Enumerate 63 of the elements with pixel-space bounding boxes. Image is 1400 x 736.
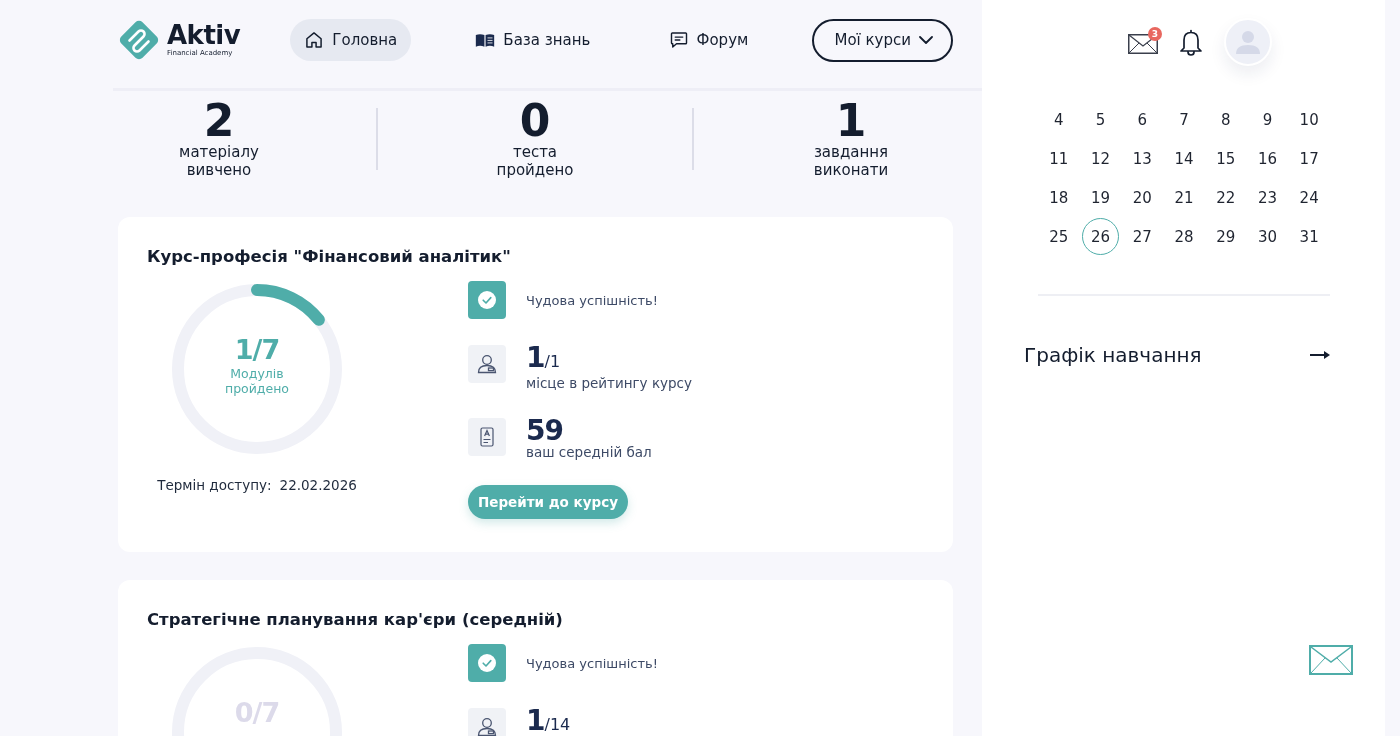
- stat-value: 2: [203, 99, 235, 143]
- rank-value: 1/14: [526, 708, 571, 736]
- calendar-day[interactable]: 9: [1248, 101, 1286, 138]
- calendar-day[interactable]: 13: [1123, 140, 1161, 177]
- modules-count: 1/7: [234, 334, 280, 366]
- access-label: Термін доступу:: [157, 476, 272, 494]
- logo-wordmark: Aktiv: [167, 22, 241, 49]
- calendar-day[interactable]: 14: [1165, 140, 1203, 177]
- check-icon: [468, 644, 506, 682]
- calendar-day[interactable]: 29: [1207, 218, 1245, 255]
- chevron-down-icon: [918, 36, 933, 44]
- calendar-day[interactable]: 6: [1123, 101, 1161, 138]
- calendar-day[interactable]: 12: [1082, 140, 1120, 177]
- arrow-right-icon: [1310, 350, 1330, 360]
- document-icon: [468, 418, 506, 456]
- calendar-day[interactable]: 7: [1165, 101, 1203, 138]
- calendar-day[interactable]: 8: [1207, 101, 1245, 138]
- stat-label: матеріалу вивчено: [179, 143, 259, 179]
- user-icon: [468, 345, 506, 383]
- nav-link[interactable]: Форум: [654, 19, 763, 61]
- access-date: 22.02.2026: [279, 476, 357, 494]
- user-icon: [468, 708, 506, 736]
- stat-label: теста пройдено: [496, 143, 574, 179]
- stat-value: 1: [835, 99, 867, 143]
- home-icon: [304, 30, 325, 50]
- calendar-day[interactable]: 16: [1248, 140, 1286, 177]
- check-icon: [468, 281, 506, 319]
- calendar-day[interactable]: 17: [1290, 140, 1328, 177]
- schedule-link[interactable]: Графік навчання: [1024, 340, 1330, 370]
- score-label: ваш середній бал: [526, 444, 652, 461]
- message-count-badge: 3: [1148, 27, 1162, 41]
- calendar-day[interactable]: 21: [1165, 179, 1203, 216]
- chat-icon: [668, 30, 689, 50]
- calendar-day[interactable]: 27: [1123, 218, 1161, 255]
- calendar-day[interactable]: 20: [1123, 179, 1161, 216]
- calendar-day[interactable]: 18: [1040, 179, 1078, 216]
- calendar-day[interactable]: 15: [1207, 140, 1245, 177]
- calendar-day[interactable]: 22: [1207, 179, 1245, 216]
- calendar-day[interactable]: 19: [1082, 179, 1120, 216]
- bell-icon[interactable]: [1178, 28, 1204, 56]
- calendar-day[interactable]: 23: [1248, 179, 1286, 216]
- calendar-day[interactable]: 11: [1040, 140, 1078, 177]
- calendar-day[interactable]: 28: [1165, 218, 1203, 255]
- status-text: Чудова успішність!: [526, 292, 658, 308]
- stat-value: 0: [519, 99, 551, 143]
- score-value: 59: [526, 418, 563, 444]
- rank-value: 1/1: [526, 345, 562, 375]
- status-text: Чудова успішність!: [526, 655, 658, 671]
- modules-caption: Модулів пройдено: [224, 366, 289, 396]
- calendar-day[interactable]: 25: [1040, 218, 1078, 255]
- my-courses-dropdown[interactable]: Мої курси: [812, 18, 953, 62]
- course-title: Курс-професія "Фінансовий аналітик": [147, 247, 512, 267]
- course-title: Стратегічне планування кар'єри (середній): [147, 610, 564, 630]
- calendar-day[interactable]: 4: [1040, 101, 1078, 138]
- nav-link[interactable]: Головна: [290, 19, 412, 61]
- rank-label: місце в рейтингу курсу: [526, 375, 692, 392]
- calendar-day[interactable]: 10: [1290, 101, 1328, 138]
- calendar-day[interactable]: 30: [1248, 218, 1286, 255]
- nav-link[interactable]: База знань: [461, 19, 605, 61]
- calendar-day[interactable]: 31: [1290, 218, 1328, 255]
- calendar-day[interactable]: 5: [1082, 101, 1120, 138]
- calendar-day[interactable]: 24: [1290, 179, 1328, 216]
- stat-label: завдання виконати: [813, 143, 889, 179]
